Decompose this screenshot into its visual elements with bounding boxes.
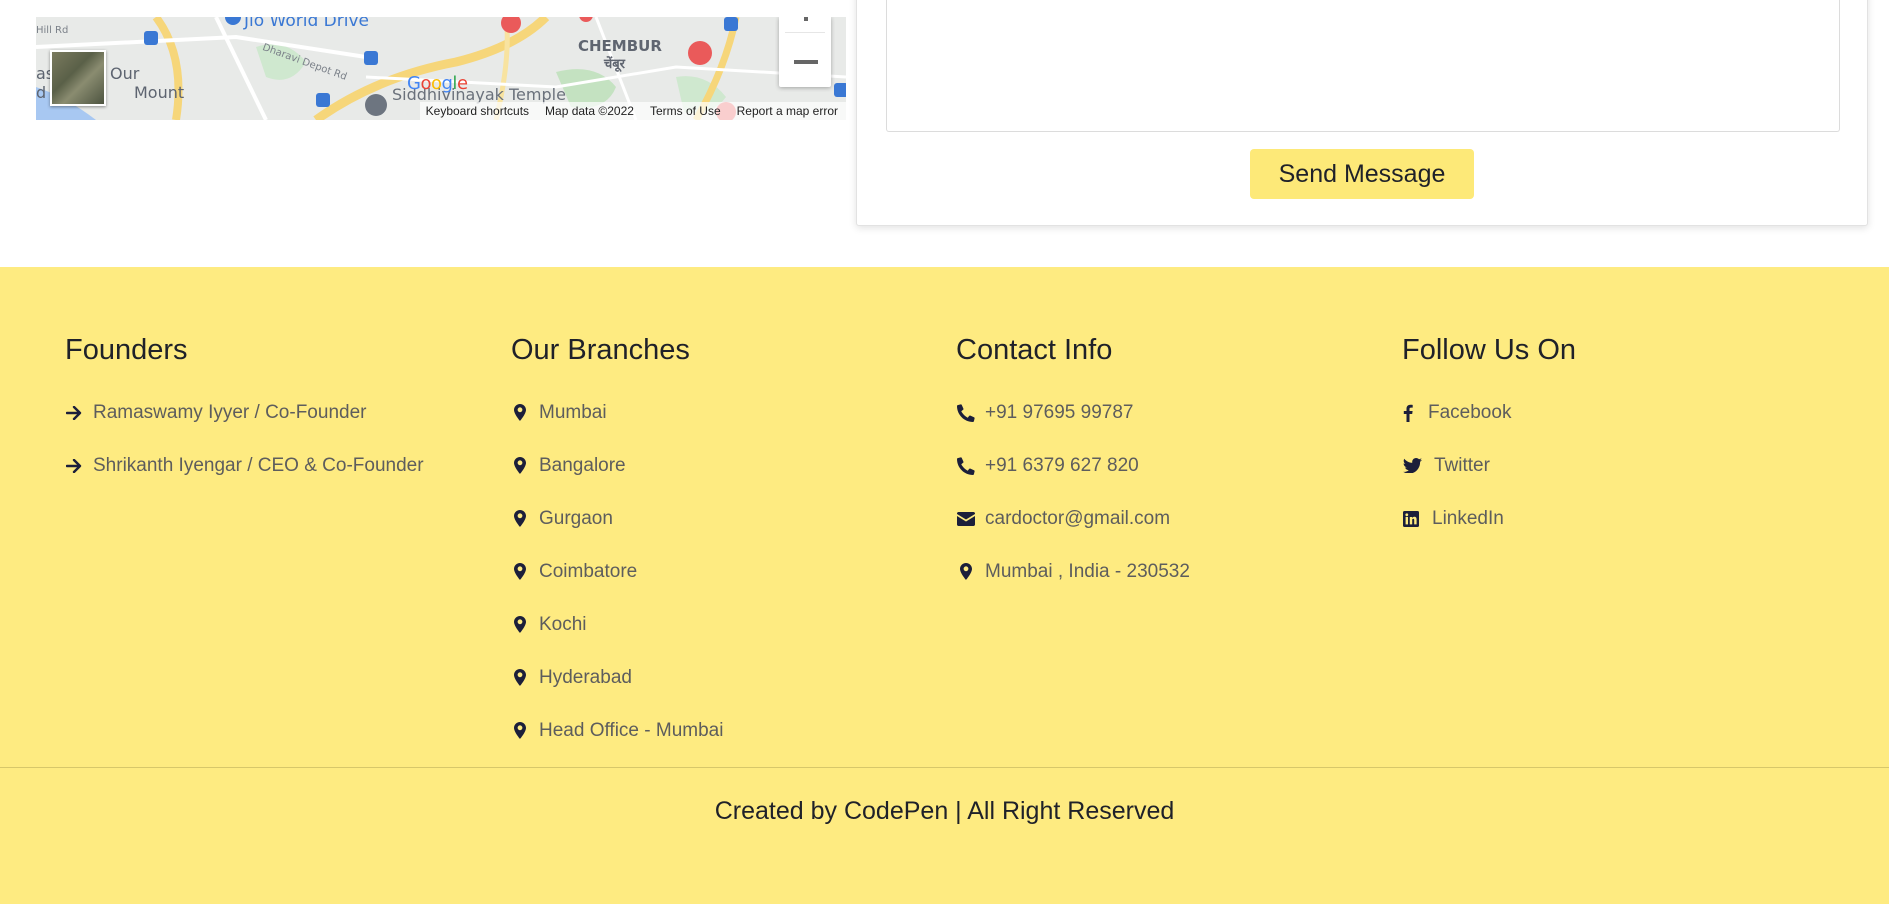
- branch-item[interactable]: Gurgaon: [511, 492, 723, 545]
- message-textarea[interactable]: [886, 0, 1840, 132]
- map-marker-icon: [956, 563, 976, 581]
- branch-item[interactable]: Head Office - Mumbai: [511, 704, 723, 757]
- map-place-label: Mount: [134, 83, 185, 102]
- founder-item[interactable]: Shrikanth Iyengar / CEO & Co-Founder: [65, 439, 424, 492]
- map-marker-icon: [511, 616, 529, 634]
- map-marker-icon: [511, 510, 529, 528]
- map-zoom-controls: [779, 17, 831, 87]
- branch-item[interactable]: Coimbatore: [511, 545, 723, 598]
- branch-item[interactable]: Mumbai: [511, 386, 723, 439]
- keyboard-shortcuts-link[interactable]: Keyboard shortcuts: [426, 104, 529, 118]
- founder-name: Ramaswamy Iyyer / Co-Founder: [93, 401, 367, 423]
- contact-phone-item[interactable]: +91 6379 627 820: [956, 439, 1190, 492]
- social-twitter-link[interactable]: Twitter: [1402, 439, 1576, 492]
- branch-name: Mumbai: [539, 401, 607, 423]
- report-map-error-link[interactable]: Report a map error: [737, 104, 838, 118]
- map-place-label: d: [36, 83, 47, 102]
- twitter-label: Twitter: [1434, 454, 1490, 476]
- address-text: Mumbai , India - 230532: [985, 560, 1190, 582]
- arrow-right-icon: [65, 404, 83, 422]
- branch-item[interactable]: Bangalore: [511, 439, 723, 492]
- contact-phone-item[interactable]: +91 97695 99787: [956, 386, 1190, 439]
- social-facebook-link[interactable]: Facebook: [1402, 386, 1576, 439]
- map-marker-icon: [511, 722, 529, 740]
- phone-number: +91 6379 627 820: [985, 454, 1139, 476]
- branch-name: Hyderabad: [539, 666, 632, 688]
- copyright-text: Created by CodePen | All Right Reserved: [714, 797, 1175, 825]
- map-marker-icon: [511, 669, 529, 687]
- map-place-label: Our: [110, 64, 140, 83]
- phone-number: +91 97695 99787: [985, 401, 1134, 423]
- social-linkedin-link[interactable]: LinkedIn: [1402, 492, 1576, 545]
- footer-branches-column: Our Branches Mumbai Bangalore Gurgaon Co…: [511, 331, 723, 757]
- site-footer: Founders Ramaswamy Iyyer / Co-Founder Sh…: [0, 267, 1889, 904]
- footer-divider: [0, 767, 1889, 768]
- zoom-divider: [785, 32, 825, 33]
- map-marker-icon: [511, 563, 529, 581]
- founder-name: Shrikanth Iyengar / CEO & Co-Founder: [93, 454, 424, 476]
- contact-heading: Contact Info: [956, 334, 1113, 366]
- arrow-right-icon: [65, 457, 83, 475]
- email-address: cardoctor@gmail.com: [985, 507, 1171, 529]
- branch-item[interactable]: Kochi: [511, 598, 723, 651]
- branch-name: Kochi: [539, 613, 587, 635]
- twitter-icon: [1402, 457, 1422, 475]
- map-attribution: Keyboard shortcuts Map data ©2022 Terms …: [419, 102, 846, 120]
- zoom-in-icon[interactable]: [804, 17, 808, 21]
- linkedin-label: LinkedIn: [1432, 507, 1504, 529]
- footer-social-column: Follow Us On Facebook Twitter LinkedIn: [1402, 331, 1576, 545]
- zoom-out-icon[interactable]: [794, 60, 818, 64]
- terms-of-use-link[interactable]: Terms of Use: [650, 104, 721, 118]
- branch-name: Bangalore: [539, 454, 626, 476]
- footer-contact-column: Contact Info +91 97695 99787 +91 6379 62…: [956, 331, 1190, 598]
- map-marker-icon: [511, 457, 529, 475]
- phone-icon: [956, 403, 976, 422]
- embedded-map[interactable]: Hill Rd Jio World Drive CHEMBUR चेंबूर a…: [36, 17, 846, 120]
- branch-name: Head Office - Mumbai: [539, 719, 724, 741]
- social-heading: Follow Us On: [1402, 334, 1577, 366]
- branch-item[interactable]: Hyderabad: [511, 651, 723, 704]
- footer-founders-column: Founders Ramaswamy Iyyer / Co-Founder Sh…: [65, 331, 424, 492]
- facebook-icon: [1402, 404, 1414, 422]
- contact-form-card: Send Message: [856, 0, 1868, 226]
- phone-icon: [956, 456, 976, 475]
- linkedin-icon: [1402, 510, 1419, 528]
- send-message-button[interactable]: Send Message: [1250, 149, 1474, 199]
- branch-name: Coimbatore: [539, 560, 638, 582]
- map-place-label: चेंबूर: [604, 57, 625, 72]
- satellite-toggle-button[interactable]: [50, 50, 106, 106]
- google-logo: Google: [407, 73, 468, 94]
- founder-item[interactable]: Ramaswamy Iyyer / Co-Founder: [65, 386, 424, 439]
- founders-heading: Founders: [65, 334, 188, 366]
- branches-heading: Our Branches: [511, 334, 690, 366]
- contact-email-item[interactable]: cardoctor@gmail.com: [956, 492, 1190, 545]
- contact-address-item: Mumbai , India - 230532: [956, 545, 1190, 598]
- facebook-label: Facebook: [1428, 401, 1512, 423]
- map-place-label: CHEMBUR: [578, 37, 662, 55]
- map-place-label: Jio World Drive: [244, 17, 369, 31]
- envelope-icon: [956, 510, 976, 528]
- map-road-label: Hill Rd: [36, 25, 69, 36]
- map-marker-icon: [511, 404, 529, 422]
- branch-name: Gurgaon: [539, 507, 613, 529]
- map-data-text: Map data ©2022: [545, 104, 634, 118]
